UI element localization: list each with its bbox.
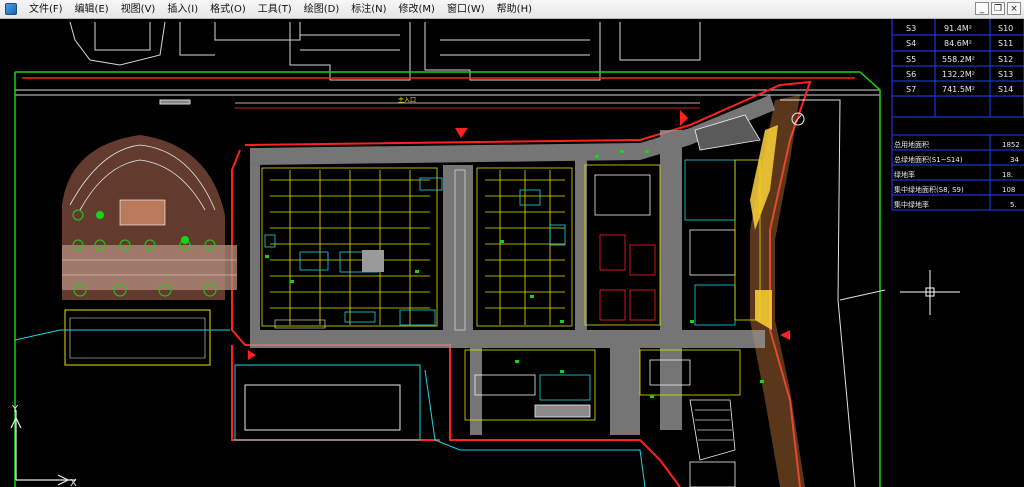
summary-label: 绿地率 xyxy=(894,170,915,179)
ucs-x-label: X xyxy=(70,478,77,487)
menu-tools[interactable]: 工具(T) xyxy=(252,0,298,19)
landscape-band xyxy=(750,95,805,487)
central-feature xyxy=(362,250,384,272)
summary-value: 1852 xyxy=(1002,141,1020,149)
summary-value: 108 xyxy=(1002,186,1015,194)
table-row-ref: S14 xyxy=(998,85,1013,94)
restore-button[interactable]: ❐ xyxy=(991,2,1005,15)
table-row-area: 84.6M² xyxy=(944,39,972,48)
summary-value: 18. xyxy=(1002,171,1013,179)
drawing-canvas[interactable]: 主入口 xyxy=(0,19,1024,487)
autocad-app-icon[interactable] xyxy=(5,3,17,15)
table-row-area: 91.4M² xyxy=(944,24,972,33)
bottom-buildings xyxy=(464,349,741,487)
summary-label: 总用地面积 xyxy=(894,140,929,149)
table-row-ref: S10 xyxy=(998,24,1013,33)
market-cyan-units xyxy=(264,177,566,326)
table-row-ref: S12 xyxy=(998,55,1013,64)
existing-buildings xyxy=(15,21,880,105)
summary-label: 总绿地面积(S1~S14) xyxy=(894,155,963,164)
table-row-area: 132.2M² xyxy=(942,70,975,79)
menu-dimension[interactable]: 标注(N) xyxy=(345,0,392,19)
table-row-id: S5 xyxy=(906,55,916,64)
close-button[interactable]: × xyxy=(1007,2,1021,15)
table-row-area: 558.2M² xyxy=(942,55,975,64)
ucs-icon: Y X xyxy=(10,404,77,487)
menu-draw[interactable]: 绘图(D) xyxy=(298,0,346,19)
menu-insert[interactable]: 插入(I) xyxy=(161,0,204,19)
left-plaza xyxy=(62,135,237,300)
menu-file[interactable]: 文件(F) xyxy=(23,0,69,19)
green-markers xyxy=(265,150,764,398)
internal-roads xyxy=(250,95,775,435)
table-row-ref: S11 xyxy=(998,39,1013,48)
table-row-id: S3 xyxy=(906,24,916,33)
table-row-id: S4 xyxy=(906,39,916,48)
table-row-id: S7 xyxy=(906,85,916,94)
menu-modify[interactable]: 修改(M) xyxy=(393,0,441,19)
table-row-ref: S13 xyxy=(998,70,1013,79)
menu-view[interactable]: 视图(V) xyxy=(115,0,162,19)
menu-bar: 文件(F) 编辑(E) 视图(V) 插入(I) 格式(O) 工具(T) 绘图(D… xyxy=(0,0,1024,19)
ucs-y-label: Y xyxy=(11,404,19,415)
table-row-area: 741.5M² xyxy=(942,85,975,94)
summary-value: 5. xyxy=(1010,201,1017,209)
minimize-button[interactable]: _ xyxy=(975,2,989,15)
menu-help[interactable]: 帮助(H) xyxy=(491,0,538,19)
summary-value: 34 xyxy=(1010,156,1019,164)
menu-window[interactable]: 窗口(W) xyxy=(441,0,491,19)
table-row-id: S6 xyxy=(906,70,916,79)
summary-label: 集中绿地面积(S8, S9) xyxy=(894,185,964,194)
menu-format[interactable]: 格式(O) xyxy=(204,0,252,19)
menu-edit[interactable]: 编辑(E) xyxy=(69,0,115,19)
market-grid xyxy=(261,167,573,327)
entrance-label: 主入口 xyxy=(398,96,416,104)
area-table: S3 91.4M² S10 S4 84.6M² S11 S5 558.2M² S… xyxy=(891,19,1024,211)
crosshair-cursor-icon xyxy=(900,270,960,315)
window-controls: _ ❐ × xyxy=(975,2,1021,15)
summary-label: 集中绿地率 xyxy=(894,200,929,209)
